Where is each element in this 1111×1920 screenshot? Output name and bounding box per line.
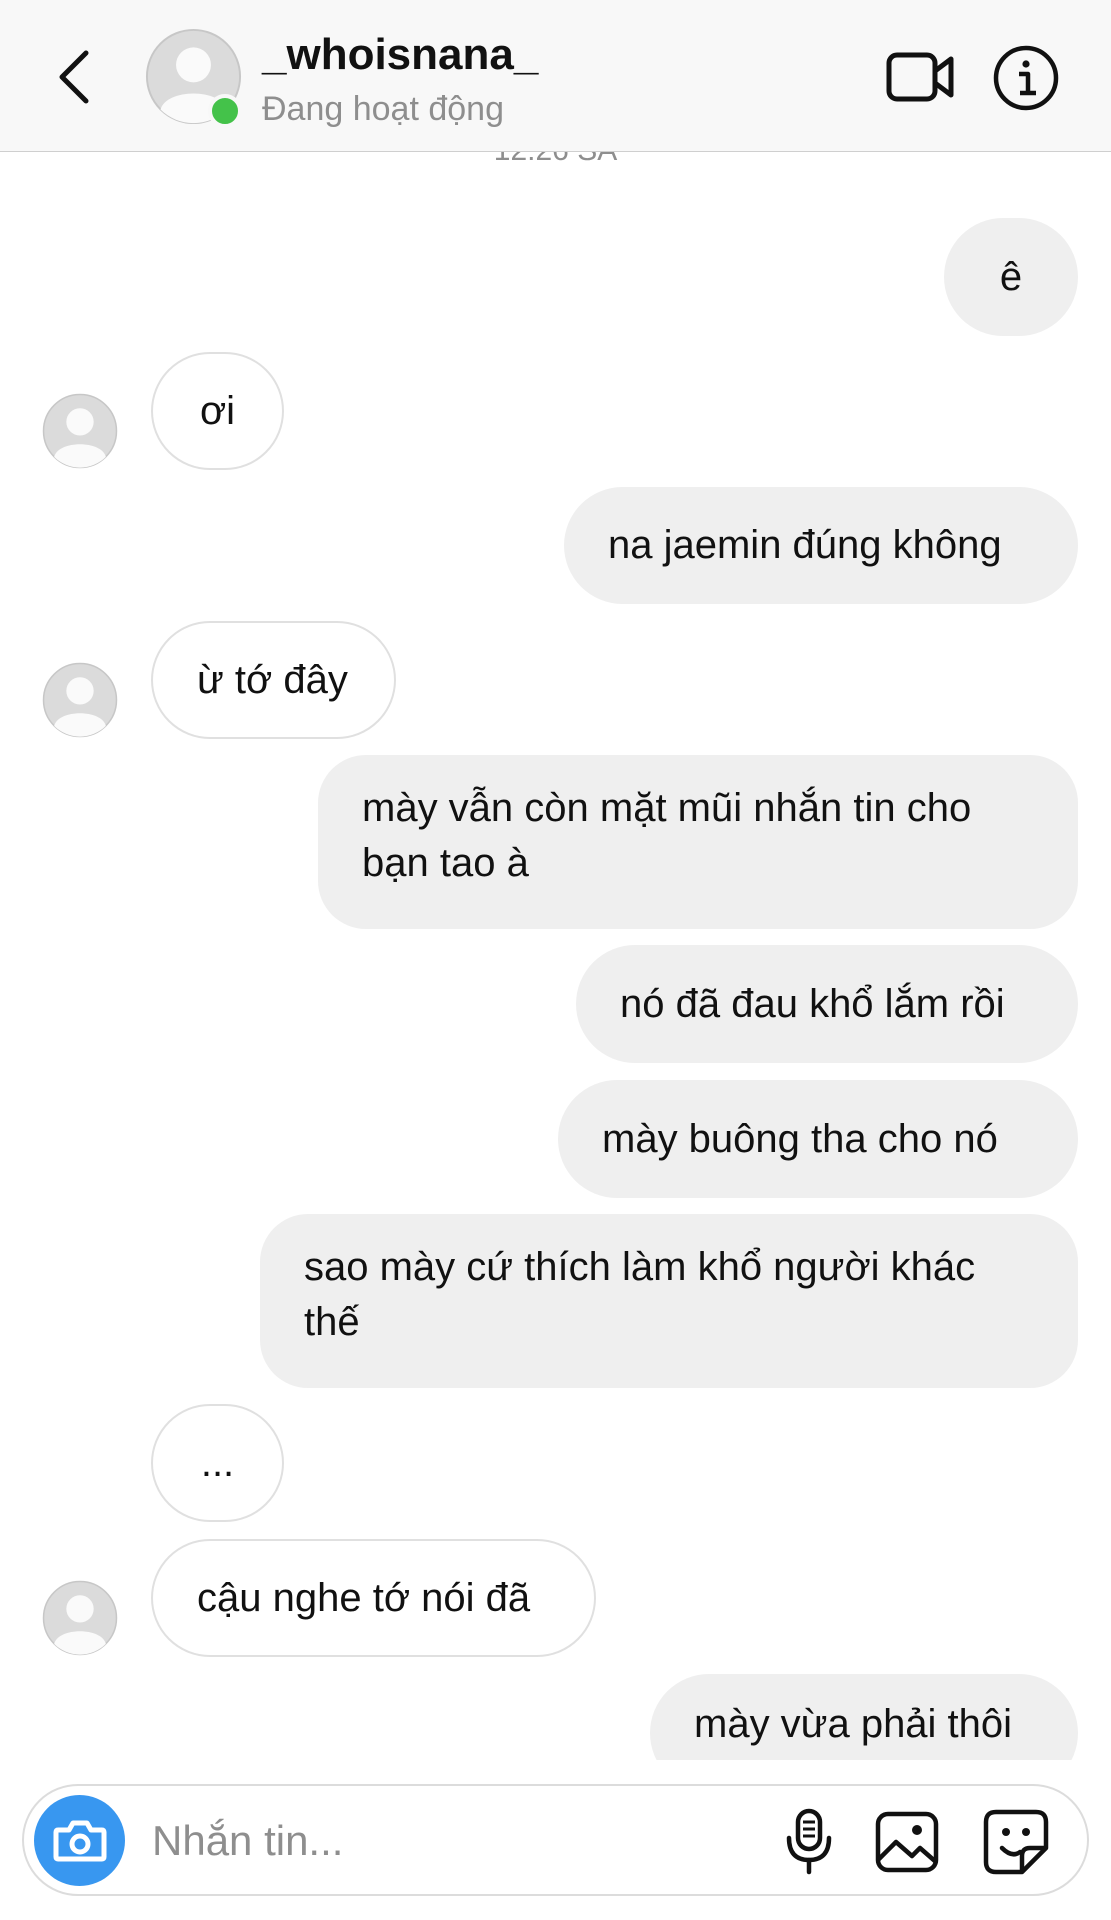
received-message[interactable]: ừ tớ đây	[151, 621, 396, 739]
received-message[interactable]: ...	[151, 1404, 284, 1522]
sent-message[interactable]: mày vẫn còn mặt mũi nhắn tin cho bạn tao…	[318, 755, 1078, 929]
chat-username[interactable]: _whoisnana_	[262, 30, 538, 80]
sent-message[interactable]: sao mày cứ thích làm khổ người khác thế	[260, 1214, 1078, 1388]
message-text: ơi	[199, 388, 236, 433]
message-text: mày buông tha cho nó	[602, 1116, 998, 1161]
message-text: nó đã đau khổ lắm rồi	[620, 981, 1005, 1026]
sent-message[interactable]: ê	[944, 218, 1078, 336]
sent-message[interactable]: mày buông tha cho nó	[558, 1080, 1078, 1198]
message-text: ê	[999, 254, 1023, 299]
message-text: ừ tớ đây	[197, 657, 348, 702]
info-icon[interactable]	[993, 45, 1059, 111]
message-text: mày vừa phải thôi	[694, 1702, 1013, 1746]
online-status-dot	[208, 94, 242, 128]
sender-avatar[interactable]	[42, 662, 118, 738]
message-composer	[22, 1784, 1089, 1896]
camera-button[interactable]	[34, 1795, 125, 1886]
message-text: sao mày cứ thích làm khổ người khác thế	[304, 1245, 976, 1344]
received-message[interactable]: cậu nghe tớ nói đã	[151, 1539, 596, 1657]
message-text: cậu nghe tớ nói đã	[197, 1575, 531, 1620]
activity-status: Đang hoạt động	[262, 90, 504, 128]
sticker-icon[interactable]	[982, 1808, 1050, 1876]
chat-header: _whoisnana_ Đang hoạt động	[0, 0, 1111, 152]
sender-avatar[interactable]	[42, 393, 118, 469]
gallery-icon[interactable]	[874, 1810, 940, 1874]
message-text: ...	[200, 1440, 235, 1485]
received-message[interactable]: ơi	[151, 352, 284, 470]
sent-message[interactable]: na jaemin đúng không	[564, 487, 1078, 604]
microphone-icon[interactable]	[784, 1808, 834, 1876]
message-text: mày vẫn còn mặt mũi nhắn tin cho bạn tao…	[362, 786, 972, 885]
sender-avatar[interactable]	[42, 1580, 118, 1656]
video-camera-icon[interactable]	[886, 50, 954, 104]
camera-icon	[53, 1820, 106, 1861]
back-chevron-icon[interactable]	[52, 47, 96, 107]
message-input[interactable]	[150, 1812, 754, 1870]
sent-message[interactable]: nó đã đau khổ lắm rồi	[576, 945, 1078, 1063]
message-text: na jaemin đúng không	[608, 523, 1002, 567]
